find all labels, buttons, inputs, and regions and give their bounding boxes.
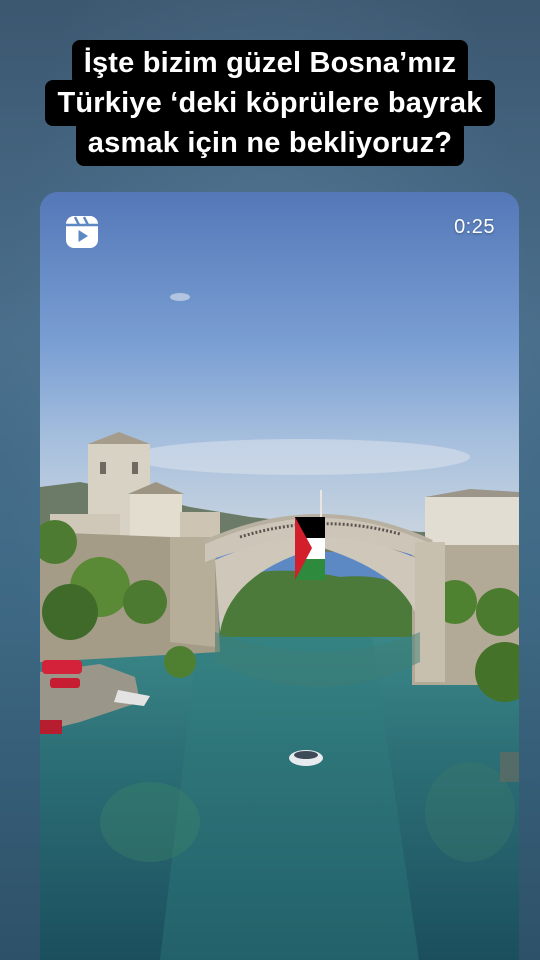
video-duration: 0:25 — [454, 216, 495, 238]
video-frame-mostar-bridge — [40, 192, 519, 960]
reel-video-card[interactable]: 0:25 — [40, 192, 519, 960]
reels-icon[interactable] — [64, 214, 100, 250]
reels-icon-glyph — [66, 216, 98, 248]
story-caption: İşte bizim güzel Bosna’mız Türkiye ‘deki… — [0, 40, 540, 166]
caption-line-3: asmak için ne bekliyoruz? — [75, 120, 465, 166]
